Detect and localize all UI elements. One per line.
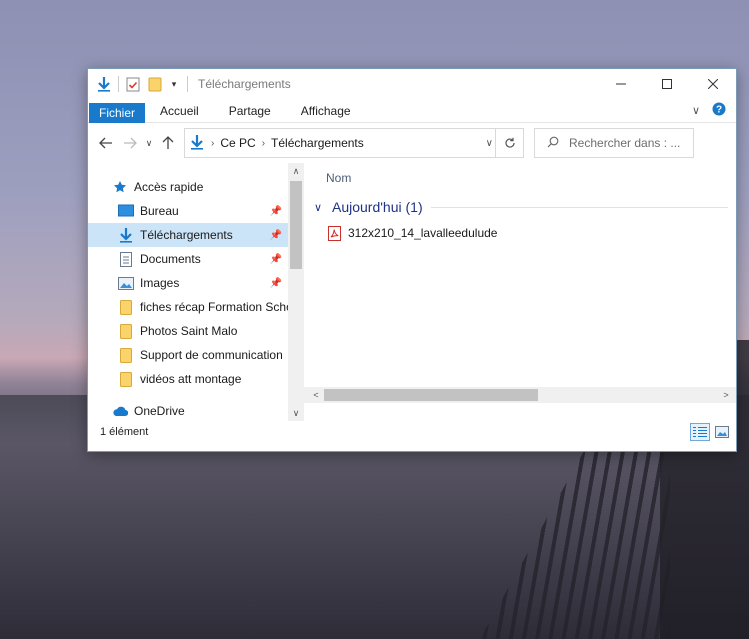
folder-icon: [118, 371, 134, 387]
chevron-right-icon[interactable]: ›: [211, 138, 214, 149]
item-count: 1 élément: [100, 426, 149, 438]
scroll-left-arrow[interactable]: <: [308, 387, 324, 403]
download-icon: [189, 134, 205, 153]
nav-item-acces-rapide[interactable]: Accès rapide: [88, 175, 288, 199]
nav-item-support-communication[interactable]: Support de communication: [88, 343, 288, 367]
chevron-right-icon[interactable]: ›: [262, 138, 265, 149]
new-folder-icon[interactable]: [147, 76, 163, 92]
scroll-thumb[interactable]: [324, 389, 538, 401]
file-item[interactable]: 312x210_14_lavalleedulude: [326, 223, 736, 243]
folder-icon: [118, 347, 134, 363]
search-input[interactable]: Rechercher dans : ...: [534, 128, 694, 158]
group-label: Aujourd'hui (1): [332, 199, 423, 215]
scroll-down-arrow[interactable]: ∨: [288, 405, 304, 421]
pdf-icon: [326, 225, 342, 241]
nav-item-videos-att-montage[interactable]: vidéos att montage: [88, 367, 288, 391]
quick-access-toolbar: ▾: [96, 69, 194, 99]
forward-button[interactable]: [118, 131, 142, 155]
window-title: Téléchargements: [198, 77, 291, 91]
nav-item-bureau[interactable]: Bureau 📌: [88, 199, 288, 223]
folder-icon: [118, 299, 134, 315]
tab-affichage[interactable]: Affichage: [286, 99, 366, 122]
nav-item-images[interactable]: Images 📌: [88, 271, 288, 295]
tab-fichier[interactable]: Fichier: [89, 103, 146, 123]
nav-item-documents[interactable]: Documents 📌: [88, 247, 288, 271]
file-list-pane: Nom ∨ Aujourd'hui (1) 312x210_14_lavalle…: [304, 163, 736, 421]
nav-item-label: OneDrive: [134, 404, 185, 418]
customize-toolbar-icon[interactable]: ▾: [169, 76, 179, 92]
search-placeholder: Rechercher dans : ...: [569, 136, 681, 150]
ribbon-tabs: Fichier Accueil Partage Affichage ∨ ?: [88, 99, 736, 123]
up-button[interactable]: [156, 131, 180, 155]
group-header-today[interactable]: ∨ Aujourd'hui (1): [314, 195, 728, 219]
search-icon: [547, 136, 559, 151]
maximize-button[interactable]: [644, 69, 690, 99]
file-explorer-window: ▾ Téléchargements Fichier Accueil Partag…: [87, 68, 737, 452]
large-icons-view-button[interactable]: [712, 423, 732, 441]
nav-item-label: Accès rapide: [134, 180, 204, 194]
nav-item-label: Photos Saint Malo: [140, 324, 238, 338]
scroll-thumb[interactable]: [290, 181, 302, 269]
nav-item-label: Bureau: [140, 204, 179, 218]
nav-item-onedrive[interactable]: OneDrive: [88, 399, 288, 421]
folder-icon: [118, 323, 134, 339]
pin-icon[interactable]: 📌: [270, 278, 282, 289]
recent-locations-button[interactable]: ∨: [142, 131, 156, 155]
file-name: 312x210_14_lavalleedulude: [348, 226, 498, 240]
pin-icon[interactable]: 📌: [270, 254, 282, 265]
status-bar: 1 élément: [88, 421, 736, 443]
cloud-icon: [112, 403, 128, 419]
scroll-right-arrow[interactable]: >: [718, 387, 734, 403]
column-header-name[interactable]: Nom: [304, 163, 736, 193]
nav-item-label: Images: [140, 276, 180, 290]
navigation-pane: Accès rapide Bureau 📌 Téléchargements 📌: [88, 163, 304, 421]
address-bar[interactable]: › Ce PC › Téléchargements ∨: [184, 128, 524, 158]
document-icon: [118, 251, 134, 267]
details-view-button[interactable]: [690, 423, 710, 441]
download-icon: [118, 227, 134, 243]
nav-item-label: vidéos att montage: [140, 372, 242, 386]
scroll-up-arrow[interactable]: ∧: [288, 163, 304, 179]
svg-text:?: ?: [716, 105, 722, 116]
nav-item-telechargements[interactable]: Téléchargements 📌: [88, 223, 288, 247]
star-icon: [112, 179, 128, 195]
view-switcher: [690, 423, 732, 441]
nav-item-label: Documents: [140, 252, 201, 266]
nav-item-photos-saint-malo[interactable]: Photos Saint Malo: [88, 319, 288, 343]
tab-accueil[interactable]: Accueil: [145, 99, 214, 122]
nav-item-label: fiches récap Formation Scho: [140, 300, 288, 314]
horizontal-scrollbar[interactable]: < >: [304, 387, 736, 403]
refresh-button[interactable]: [495, 129, 523, 157]
navigation-bar: ∨ › Ce PC › Téléchargements ∨ Rechercher…: [88, 123, 736, 163]
breadcrumb-ce-pc[interactable]: Ce PC: [220, 136, 255, 150]
download-icon: [96, 76, 112, 92]
pin-icon[interactable]: 📌: [270, 230, 282, 241]
breadcrumb-telechargements[interactable]: Téléchargements: [271, 136, 364, 150]
chevron-down-icon[interactable]: ∨: [314, 201, 330, 214]
minimize-button[interactable]: [598, 69, 644, 99]
window-controls: [598, 69, 736, 99]
nav-item-fiches-recap[interactable]: fiches récap Formation Scho: [88, 295, 288, 319]
explorer-body: Accès rapide Bureau 📌 Téléchargements 📌: [88, 163, 736, 421]
group-divider: [430, 206, 728, 208]
nav-item-label: Téléchargements: [140, 228, 233, 242]
properties-icon[interactable]: [125, 76, 141, 92]
navpane-scrollbar[interactable]: ∧ ∨: [288, 163, 304, 421]
close-button[interactable]: [690, 69, 736, 99]
title-bar: ▾ Téléchargements: [88, 69, 736, 99]
address-history-dropdown[interactable]: ∨: [486, 138, 493, 149]
expand-ribbon-icon[interactable]: ∨: [692, 104, 700, 117]
nav-item-label: Support de communication: [140, 348, 283, 362]
pin-icon[interactable]: 📌: [270, 206, 282, 217]
tab-partage[interactable]: Partage: [214, 99, 286, 122]
image-icon: [118, 275, 134, 291]
help-icon[interactable]: ?: [712, 102, 726, 119]
toolbar-separator: [118, 76, 119, 92]
back-button[interactable]: [94, 131, 118, 155]
desktop-icon: [118, 203, 134, 219]
toolbar-separator: [187, 76, 188, 92]
